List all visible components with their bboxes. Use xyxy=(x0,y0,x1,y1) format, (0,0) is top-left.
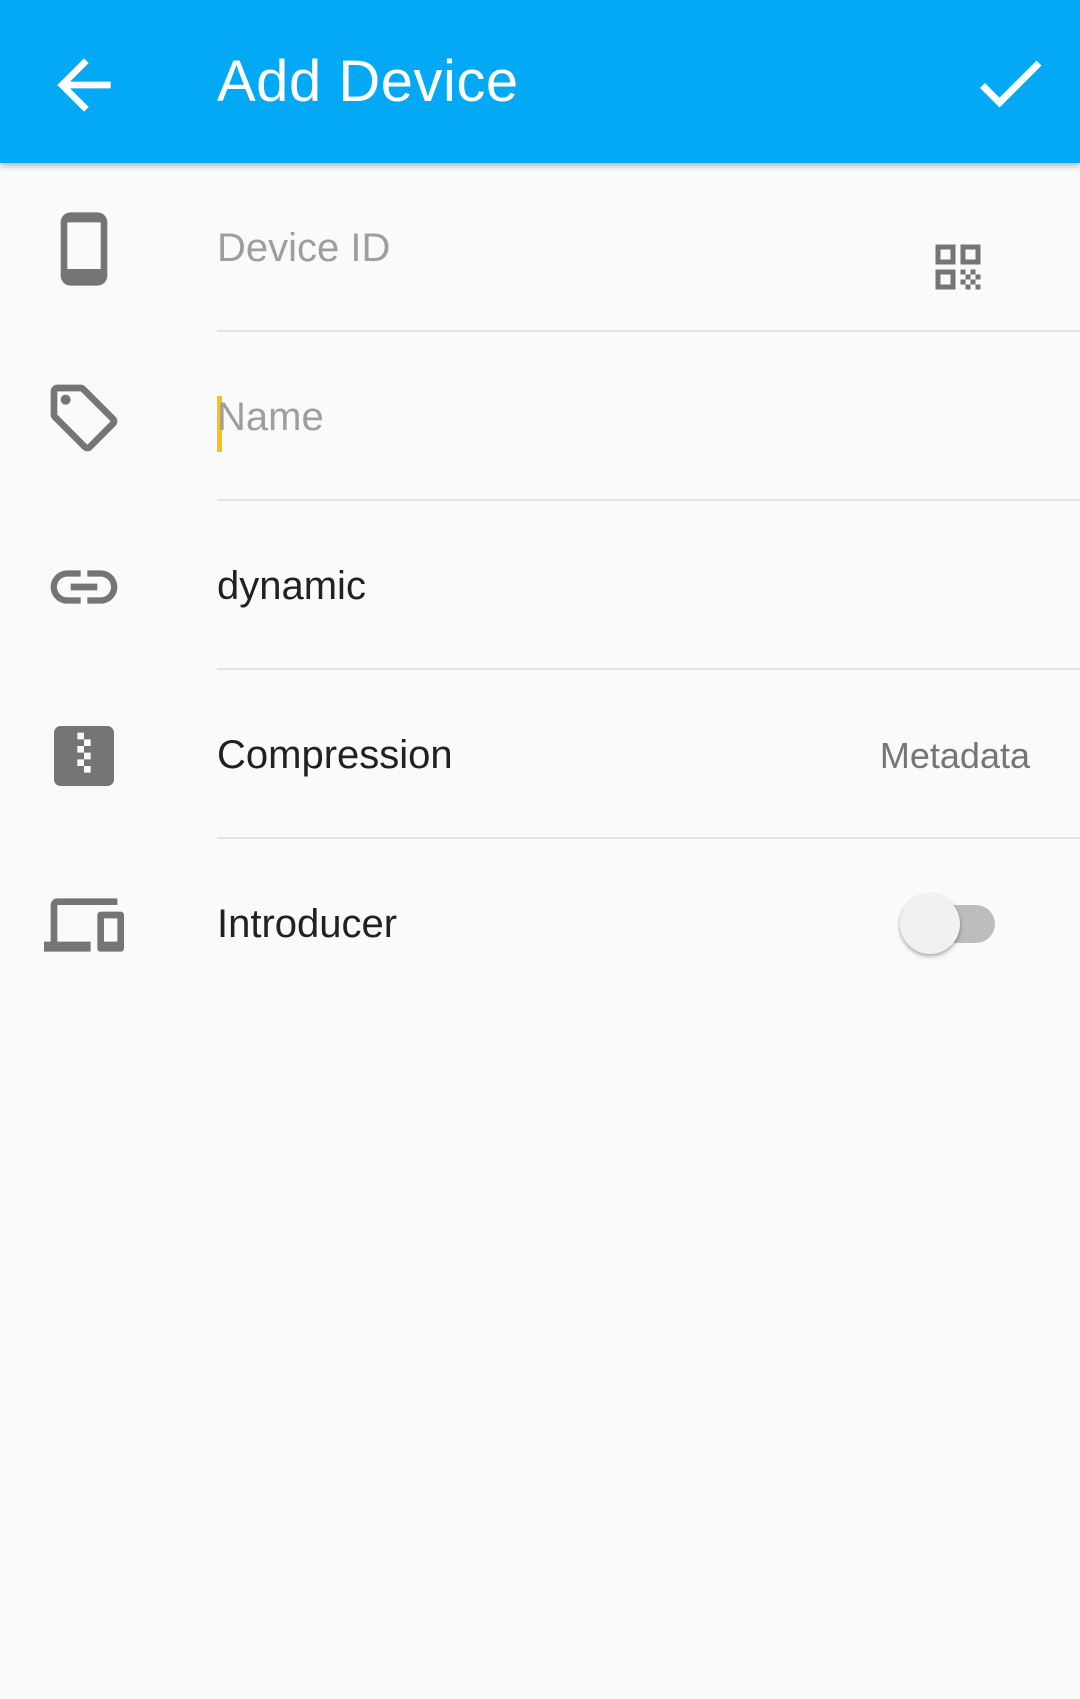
name-input[interactable]: Name xyxy=(217,392,324,442)
label-icon xyxy=(50,384,118,452)
compression-label: Compression xyxy=(217,733,453,777)
archive-icon xyxy=(54,726,114,786)
qr-code-icon[interactable] xyxy=(928,237,988,297)
name-row: Name xyxy=(0,332,1080,501)
device-id-input[interactable]: Device ID xyxy=(217,223,390,273)
device-id-row: Device ID xyxy=(0,163,1080,332)
phone-icon xyxy=(60,212,108,286)
introducer-toggle[interactable] xyxy=(897,889,1001,959)
addresses-value: dynamic xyxy=(217,564,366,608)
page-title: Add Device xyxy=(217,49,519,114)
toggle-thumb xyxy=(900,894,960,954)
compression-value: Metadata xyxy=(879,735,1030,776)
arrow-back-icon[interactable] xyxy=(44,45,124,125)
app-bar: Add Device xyxy=(0,0,1080,163)
devices-icon xyxy=(44,898,124,952)
compression-row[interactable]: Compression Metadata xyxy=(0,670,1080,839)
introducer-label: Introducer xyxy=(217,902,398,946)
device-form: Device ID Name dynamic Compression Metad… xyxy=(0,163,1080,1699)
link-icon xyxy=(50,570,118,604)
check-icon[interactable] xyxy=(968,41,1052,125)
introducer-row: Introducer xyxy=(0,839,1080,1008)
addresses-row[interactable]: dynamic xyxy=(0,501,1080,670)
